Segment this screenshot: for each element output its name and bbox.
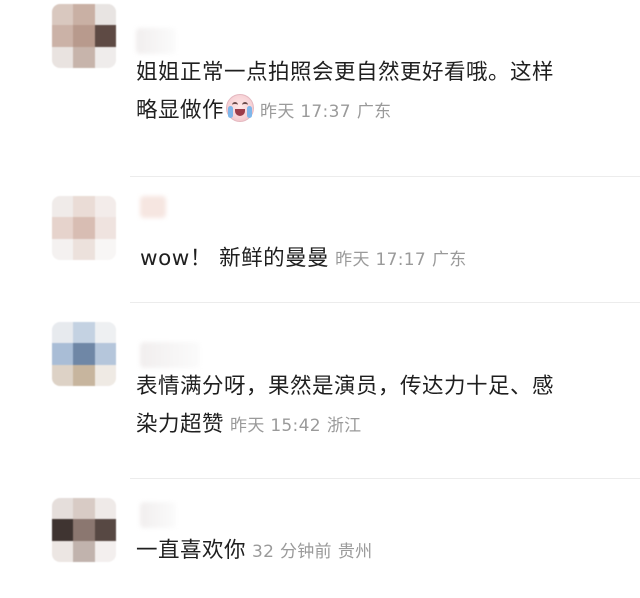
comment-time: 昨天 17:17: [335, 250, 426, 270]
comment-location: 广东: [431, 250, 467, 270]
username-blurred[interactable]: [140, 196, 166, 218]
avatar[interactable]: [52, 322, 116, 386]
comment-line: 一直喜欢你: [136, 538, 247, 563]
comment-text: 表情满分呀，果然是演员，传达力十足、感 染力超赞 昨天 15:42 浙江: [136, 368, 554, 445]
comment-line: 表情满分呀，果然是演员，传达力十足、感: [136, 374, 555, 399]
crying-face-icon: [226, 94, 255, 122]
comment-time: 昨天 15:42: [230, 416, 321, 436]
comment-text: 一直喜欢你 32 分钟前 贵州: [136, 532, 372, 571]
comment-line: 姐姐正常一点拍照会更自然更好看哦。这样: [136, 60, 555, 85]
comment-meta: 32 分钟前 贵州: [252, 542, 372, 562]
username-blurred[interactable]: [136, 28, 176, 54]
avatar[interactable]: [52, 196, 116, 260]
comment-item: 姐姐正常一点拍照会更自然更好看哦。这样 略显做作 昨天 17:37 广东: [0, 0, 640, 160]
comment-meta: 昨天 17:17 广东: [335, 250, 466, 270]
comment-line: wow！ 新鲜的曼曼: [140, 246, 330, 271]
comment-location: 浙江: [326, 416, 362, 436]
username-blurred[interactable]: [140, 342, 200, 368]
divider: [130, 478, 640, 479]
comment-line: 染力超赞: [136, 412, 225, 437]
comment-line: 略显做作: [136, 98, 225, 123]
comment-location: 贵州: [337, 542, 373, 562]
comment-location: 广东: [356, 102, 392, 122]
divider: [130, 176, 640, 177]
comment-time: 32 分钟前: [252, 542, 332, 562]
username-blurred[interactable]: [140, 502, 176, 528]
comment-time: 昨天 17:37: [260, 102, 351, 122]
divider: [130, 302, 640, 303]
comment-text: 姐姐正常一点拍照会更自然更好看哦。这样 略显做作 昨天 17:37 广东: [136, 54, 554, 131]
avatar[interactable]: [52, 4, 116, 68]
comment-meta: 昨天 17:37 广东: [260, 102, 391, 122]
comment-text: wow！ 新鲜的曼曼 昨天 17:17 广东: [140, 240, 467, 279]
comment-meta: 昨天 15:42 浙江: [230, 416, 361, 436]
avatar[interactable]: [52, 498, 116, 562]
